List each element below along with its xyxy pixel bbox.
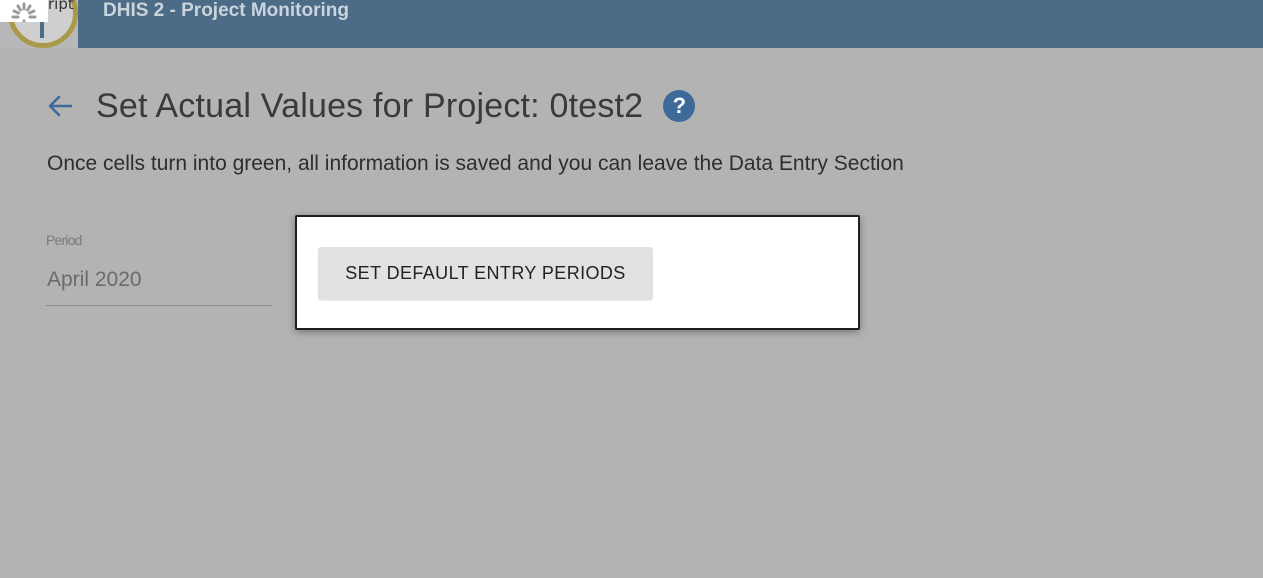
period-label: Period: [46, 232, 82, 248]
default-periods-dialog: SET DEFAULT ENTRY PERIODS: [295, 215, 860, 330]
period-select[interactable]: Period April 2020: [46, 232, 272, 306]
broken-image-alt-text: ript: [48, 0, 74, 13]
app-title[interactable]: DHIS 2 - Project Monitoring: [103, 0, 349, 24]
save-info-text: Once cells turn into green, all informat…: [47, 152, 904, 175]
top-bar: ript DHIS 2 - Project Monitoring: [0, 0, 1263, 48]
page-title: Set Actual Values for Project: 0test2: [96, 86, 644, 125]
set-default-entry-periods-button[interactable]: SET DEFAULT ENTRY PERIODS: [318, 247, 653, 300]
arrow-left-icon[interactable]: [46, 92, 74, 120]
period-value: April 2020: [47, 268, 142, 291]
question-circle-icon[interactable]: ?: [663, 90, 696, 122]
page-heading: Set Actual Values for Project: 0test2 ?: [46, 84, 696, 128]
loading-spinner-icon: [0, 0, 48, 22]
